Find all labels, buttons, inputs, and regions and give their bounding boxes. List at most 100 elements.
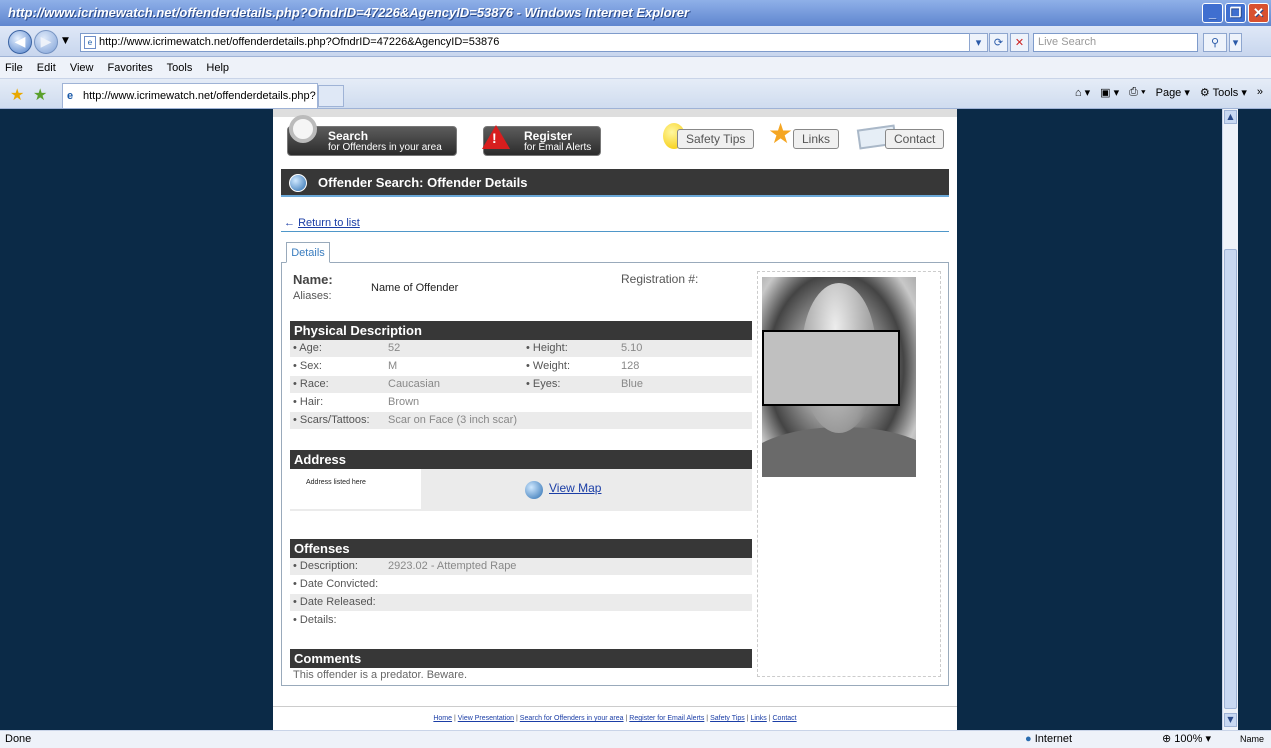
menu-bar: File Edit View Favorites Tools Help <box>0 57 1271 79</box>
globe-map-icon <box>525 481 543 499</box>
physical-label: • Sex: <box>293 360 322 372</box>
status-extra: Name <box>1240 734 1265 744</box>
footer-search-link[interactable]: Search for Offenders in your area <box>520 715 624 722</box>
zoom-control[interactable]: ⊕ 100% ▾ <box>1162 731 1211 748</box>
magnifier-icon <box>289 115 317 143</box>
view-map-link[interactable]: View Map <box>549 481 601 495</box>
physical-value: Brown <box>388 396 420 408</box>
register-button-title: Register <box>524 129 573 143</box>
offenses-header: Offenses <box>290 539 752 558</box>
live-search-input[interactable]: Live Search <box>1033 33 1198 52</box>
search-placeholder: Live Search <box>1038 36 1097 48</box>
physical-row: • Age: 52 • Height: 5.10 <box>290 340 752 357</box>
add-favorites-icon[interactable]: ★ <box>33 85 47 104</box>
globe-zone-icon: ● <box>1025 733 1032 745</box>
offense-label: • Date Convicted: <box>293 578 379 590</box>
footer-presentation-link[interactable]: View Presentation <box>458 715 514 722</box>
footer-home-link[interactable]: Home <box>433 715 452 722</box>
feeds-icon[interactable]: ▣ ▾ <box>1100 86 1119 99</box>
vertical-scrollbar[interactable]: ▲ ▼ <box>1222 109 1238 730</box>
register-button-sub: for Email Alerts <box>524 141 592 153</box>
menu-favorites[interactable]: Favorites <box>108 62 153 74</box>
search-options-button[interactable]: ▾ <box>1229 33 1242 52</box>
page-menu[interactable]: Page ▾ <box>1156 86 1190 99</box>
new-tab-button[interactable] <box>318 85 344 107</box>
browser-tab[interactable]: e http://www.icrimewatch.net/offenderdet… <box>62 83 318 126</box>
physical-value: Scar on Face (3 inch scar) <box>388 414 517 426</box>
menu-edit[interactable]: Edit <box>37 62 56 74</box>
menu-file[interactable]: File <box>5 62 23 74</box>
url-dropdown-button[interactable]: ▾ <box>969 33 988 52</box>
comments-text: This offender is a predator. Beware. <box>293 669 468 681</box>
tab-details[interactable]: Details <box>286 242 330 263</box>
physical-label: • Race: <box>293 378 329 390</box>
photo-frame <box>757 271 941 677</box>
divider <box>281 231 949 232</box>
back-button[interactable]: ◀ <box>8 30 32 54</box>
search-go-button[interactable]: ⚲ <box>1203 33 1227 52</box>
site-nav: Search for Offenders in your area Regist… <box>273 109 957 169</box>
safety-tips-label: Safety Tips <box>686 132 746 146</box>
physical-label: • Hair: <box>293 396 324 408</box>
physical-label: • Scars/Tattoos: <box>293 414 370 426</box>
footer-register-link[interactable]: Register for Email Alerts <box>629 715 704 722</box>
name-label: Name: <box>293 272 333 287</box>
offense-label: • Description: <box>293 560 358 572</box>
offense-row: • Details: <box>290 612 752 629</box>
zone-indicator: ● Internet <box>1025 731 1072 748</box>
physical-row: • Hair: Brown <box>290 394 752 411</box>
star-icon: ★ <box>768 117 794 150</box>
offense-row: • Date Released: <box>290 594 752 611</box>
status-text: Done <box>5 733 32 745</box>
footer-contact-link[interactable]: Contact <box>773 715 797 722</box>
command-bar: ⌂ ▾ ▣ ▾ ⎙ ▾ Page ▾ ⚙ Tools ▾ » <box>1075 86 1263 99</box>
menu-tools[interactable]: Tools <box>167 62 193 74</box>
status-bar: Done ● Internet ⊕ 100% ▾ Name <box>0 730 1271 748</box>
forward-button[interactable]: ▶ <box>34 30 58 54</box>
physical-description-header: Physical Description <box>290 321 752 340</box>
window-titlebar: http://www.icrimewatch.net/offenderdetai… <box>0 0 1271 26</box>
favorites-star-icon[interactable]: ★ <box>10 85 24 104</box>
zone-label: Internet <box>1034 733 1073 745</box>
physical-value: 5.10 <box>621 342 643 354</box>
page-footer: Home | View Presentation | Search for Of… <box>273 706 957 730</box>
tools-menu[interactable]: ⚙ Tools ▾ <box>1200 86 1247 99</box>
menu-help[interactable]: Help <box>206 62 229 74</box>
print-icon[interactable]: ⎙ ▾ <box>1129 86 1145 99</box>
chevron-more-icon[interactable]: » <box>1257 86 1263 99</box>
footer-links-link[interactable]: Links <box>750 715 766 722</box>
url-field[interactable]: e http://www.icrimewatch.net/offenderdet… <box>80 33 988 52</box>
physical-value: M <box>388 360 398 372</box>
footer-safety-link[interactable]: Safety Tips <box>710 715 745 722</box>
close-window-button[interactable]: ✕ <box>1248 3 1269 23</box>
return-to-list-link[interactable]: Return to list <box>298 217 360 229</box>
physical-label: • Age: <box>293 342 322 354</box>
browser-viewport: Search for Offenders in your area Regist… <box>0 109 1222 730</box>
scroll-up-arrow[interactable]: ▲ <box>1224 110 1237 124</box>
menu-view[interactable]: View <box>70 62 94 74</box>
return-link-wrap: ← Return to list <box>284 217 360 229</box>
page-title: Offender Search: Offender Details <box>318 175 528 190</box>
physical-row: • Race: Caucasian • Eyes: Blue <box>290 376 752 393</box>
links-label: Links <box>802 132 831 146</box>
registration-label: Registration #: <box>621 272 699 286</box>
offense-label: • Details: <box>293 614 337 626</box>
physical-value: 128 <box>621 360 640 372</box>
safety-tips-button[interactable]: Safety Tips <box>677 129 755 149</box>
minimize-button[interactable]: _ <box>1202 3 1223 23</box>
refresh-button[interactable]: ⟳ <box>989 33 1008 52</box>
contact-button[interactable]: Contact <box>885 129 945 149</box>
scroll-thumb[interactable] <box>1224 249 1237 709</box>
url-text: http://www.icrimewatch.net/offenderdetai… <box>99 36 500 48</box>
offense-row: • Date Convicted: <box>290 576 752 593</box>
scroll-down-arrow[interactable]: ▼ <box>1224 713 1237 727</box>
links-button[interactable]: Links <box>793 129 840 149</box>
physical-label: • Height: <box>526 342 568 354</box>
window-title: http://www.icrimewatch.net/offenderdetai… <box>8 5 690 20</box>
history-dropdown-icon[interactable]: ▼ <box>62 36 69 46</box>
stop-button[interactable]: ✕ <box>1010 33 1029 52</box>
page-header: Offender Search: Offender Details <box>281 169 949 197</box>
home-icon[interactable]: ⌂ ▾ <box>1075 86 1090 99</box>
restore-button[interactable]: ❐ <box>1225 3 1246 23</box>
details-panel: Name: Name of Offender Aliases: Registra… <box>281 262 949 686</box>
